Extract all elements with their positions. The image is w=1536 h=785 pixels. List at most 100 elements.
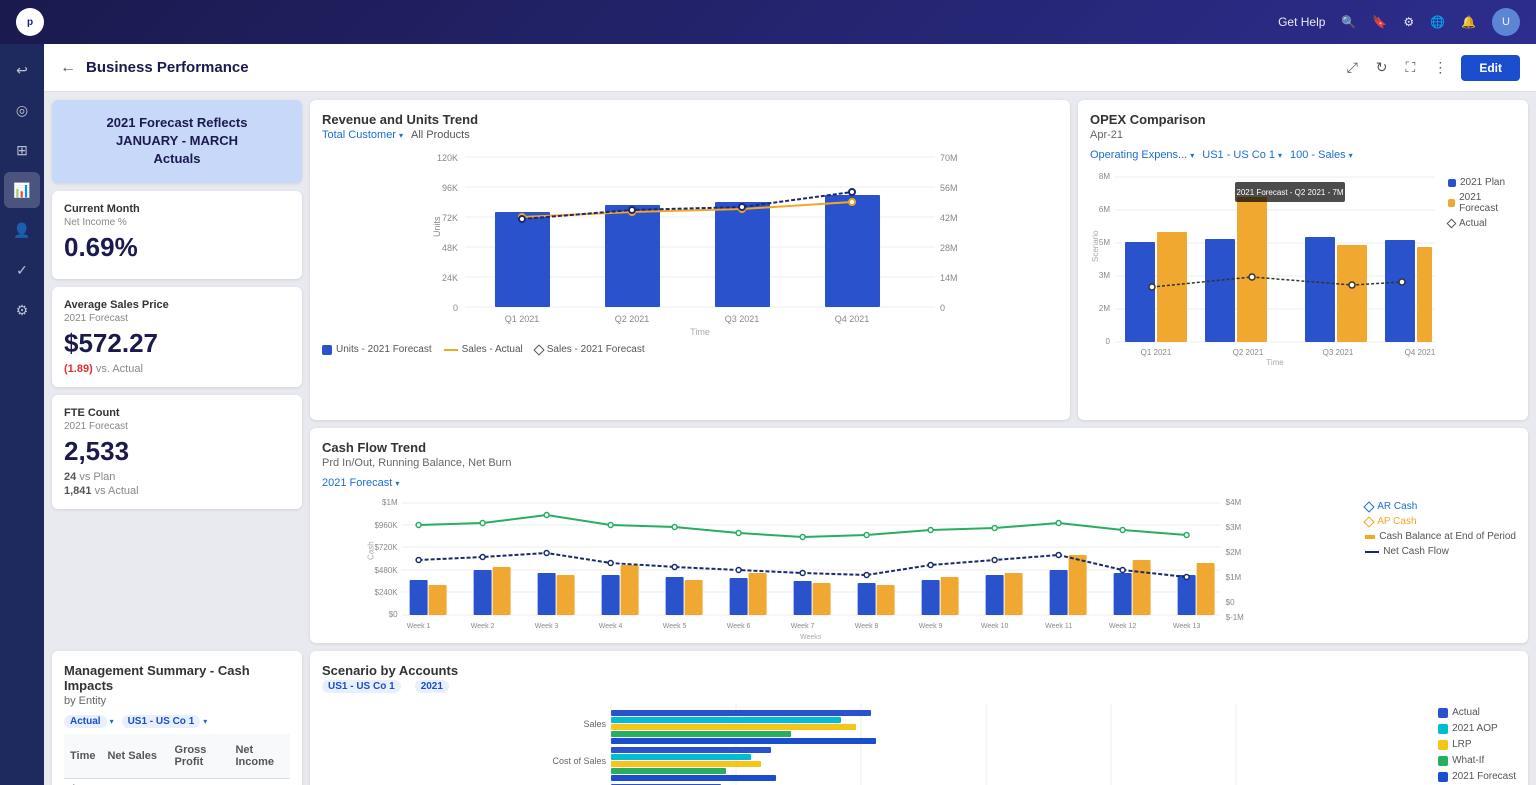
avatar[interactable]: U bbox=[1492, 8, 1520, 36]
management-table-scroll[interactable]: Time Net Sales Gross Profit Net Income C… bbox=[64, 734, 290, 785]
cashflow-legend-ar: AR Cash bbox=[1365, 501, 1516, 512]
opex-filter1[interactable]: Operating Expens... ▾ bbox=[1090, 149, 1194, 161]
scenario-legend-lrp: LRP bbox=[1438, 739, 1516, 750]
svg-text:$720K: $720K bbox=[374, 543, 398, 552]
svg-text:Sales: Sales bbox=[584, 719, 607, 729]
svg-text:6M: 6M bbox=[1099, 205, 1110, 214]
revenue-legend: Units - 2021 Forecast Sales - Actual Sal… bbox=[322, 344, 1058, 355]
legend-sales-actual: Sales - Actual bbox=[444, 344, 523, 355]
bookmark-icon[interactable]: 🔖 bbox=[1372, 15, 1387, 29]
search-icon[interactable]: 🔍 bbox=[1341, 15, 1356, 29]
expand-icon-btn[interactable]: ⛶ bbox=[1402, 55, 1420, 80]
svg-text:Week 11: Week 11 bbox=[1045, 623, 1072, 630]
refresh-icon-btn[interactable]: ↻ bbox=[1372, 55, 1392, 80]
svg-text:$-1M: $-1M bbox=[1226, 613, 1245, 622]
logo[interactable]: p bbox=[16, 8, 44, 36]
sidebar-icon-chart[interactable]: 📊 bbox=[4, 172, 40, 208]
total-customer-filter[interactable]: Total Customer ▾ bbox=[322, 129, 403, 141]
svg-text:Scenario: Scenario bbox=[1091, 230, 1100, 262]
svg-text:56M: 56M bbox=[940, 183, 958, 193]
svg-text:$1M: $1M bbox=[382, 498, 398, 507]
globe-icon[interactable]: 🌐 bbox=[1430, 15, 1445, 29]
svg-text:Week 5: Week 5 bbox=[663, 623, 687, 630]
table-filter1[interactable]: Actual ▾ bbox=[64, 715, 114, 728]
svg-text:Week 2: Week 2 bbox=[471, 623, 495, 630]
top-nav-left: p bbox=[16, 8, 44, 36]
page-header-left: ← Business Performance bbox=[60, 59, 249, 77]
svg-text:$3M: $3M bbox=[1226, 523, 1242, 532]
col-netincome: Net Income bbox=[229, 734, 290, 779]
page-title: Business Performance bbox=[86, 59, 249, 76]
table-row: Apr-21 13,818,861 6,478,619 1,312,975 (3… bbox=[64, 779, 290, 785]
svg-text:$960K: $960K bbox=[374, 521, 398, 530]
svg-text:Cash: Cash bbox=[367, 541, 376, 560]
svg-text:Q4 2021: Q4 2021 bbox=[835, 314, 870, 324]
svg-text:$240K: $240K bbox=[374, 588, 398, 597]
top-nav: p Get Help 🔍 🔖 ⚙ 🌐 🔔 U bbox=[0, 0, 1536, 44]
cashflow-filter[interactable]: 2021 Forecast ▾ bbox=[322, 477, 399, 489]
management-table: Time Net Sales Gross Profit Net Income C… bbox=[64, 734, 290, 785]
svg-text:Cost of Sales: Cost of Sales bbox=[553, 756, 607, 766]
scenario-filters: US1 - US Co 1 2021 bbox=[322, 680, 1516, 693]
svg-text:$0: $0 bbox=[1226, 598, 1235, 607]
svg-text:$2M: $2M bbox=[1226, 548, 1242, 557]
col-grossprofit: Gross Profit bbox=[169, 734, 230, 779]
management-table-panel: Management Summary - Cash Impacts by Ent… bbox=[52, 651, 302, 785]
content-area: ← Business Performance ⤢ ↻ ⛶ ⋮ Edit 2021… bbox=[44, 44, 1536, 785]
sidebar-icon-check[interactable]: ✓ bbox=[4, 252, 40, 288]
sidebar-icon-user[interactable]: 👤 bbox=[4, 212, 40, 248]
col-time: Time bbox=[64, 734, 101, 779]
svg-text:Week 9: Week 9 bbox=[919, 623, 943, 630]
sidebar-icon-home[interactable]: ◎ bbox=[4, 92, 40, 128]
cashflow-chart-panel: Cash Flow Trend Prd In/Out, Running Bala… bbox=[310, 428, 1528, 643]
sidebar-icon-back[interactable]: ↩ bbox=[4, 52, 40, 88]
fte-count-metric: FTE Count 2021 Forecast 2,533 24 vs Plan… bbox=[52, 395, 302, 509]
cell-netsales: 13,818,861 bbox=[101, 779, 168, 785]
opex-filter3[interactable]: 100 - Sales ▾ bbox=[1290, 149, 1353, 161]
forecast-banner: 2021 Forecast Reflects JANUARY - MARCH A… bbox=[52, 100, 302, 183]
sidebar-icon-grid[interactable]: ⊞ bbox=[4, 132, 40, 168]
opex-legend-forecast: 2021 Forecast bbox=[1448, 192, 1516, 214]
scenario-chart-panel: Scenario by Accounts US1 - US Co 1 2021 … bbox=[310, 651, 1528, 785]
legend-sales-forecast: Sales - 2021 Forecast bbox=[535, 344, 645, 355]
table-filter2[interactable]: US1 - US Co 1 ▾ bbox=[122, 715, 208, 728]
svg-text:Week 7: Week 7 bbox=[791, 623, 815, 630]
edit-button[interactable]: Edit bbox=[1461, 55, 1520, 81]
cashflow-svg: $1M $960K $720K $480K $240K $0 $4M $3M $… bbox=[322, 495, 1359, 625]
cashflow-chart-container: $1M $960K $720K $480K $240K $0 $4M $3M $… bbox=[322, 495, 1516, 625]
back-button[interactable]: ← bbox=[60, 59, 76, 77]
opex-chart-container: 8M 6M 5M 3M 2M 0 Scenario bbox=[1090, 167, 1516, 362]
current-month-metric: Current Month Net Income % 0.69% bbox=[52, 191, 302, 279]
all-products-filter[interactable]: All Products bbox=[411, 129, 470, 141]
cell-time: Apr-21 bbox=[64, 779, 101, 785]
svg-text:Q2 2021: Q2 2021 bbox=[615, 314, 650, 324]
cashflow-legend: AR Cash AP Cash Cash Balance at End of P… bbox=[1365, 495, 1516, 625]
svg-text:Week 1: Week 1 bbox=[407, 623, 431, 630]
notification-icon[interactable]: 🔔 bbox=[1461, 15, 1476, 29]
svg-text:$0: $0 bbox=[389, 610, 398, 619]
opex-filter2[interactable]: US1 - US Co 1 ▾ bbox=[1202, 149, 1282, 161]
svg-text:5M: 5M bbox=[1099, 238, 1110, 247]
cashflow-legend-balance: Cash Balance at End of Period bbox=[1365, 531, 1516, 542]
svg-text:70M: 70M bbox=[940, 153, 958, 163]
svg-text:$1M: $1M bbox=[1226, 573, 1242, 582]
sidebar-icon-settings[interactable]: ⚙ bbox=[4, 292, 40, 328]
left-panel: 2021 Forecast Reflects JANUARY - MARCH A… bbox=[52, 100, 302, 643]
cursor-icon-btn[interactable]: ⤢ bbox=[1343, 55, 1362, 80]
page-header-right: ⤢ ↻ ⛶ ⋮ Edit bbox=[1343, 55, 1520, 81]
svg-text:3M: 3M bbox=[1099, 271, 1110, 280]
svg-text:28M: 28M bbox=[940, 243, 958, 253]
scenario-legend-actual: Actual bbox=[1438, 707, 1516, 718]
svg-text:2021 Forecast - Q2 2021 - 7M: 2021 Forecast - Q2 2021 - 7M bbox=[1236, 188, 1344, 197]
svg-text:Q3 2021: Q3 2021 bbox=[1323, 348, 1354, 357]
more-icon-btn[interactable]: ⋮ bbox=[1429, 55, 1451, 80]
scenario-svg: Sales Cost of Sales Operating Expenses E… bbox=[322, 699, 1430, 785]
top-nav-right: Get Help 🔍 🔖 ⚙ 🌐 🔔 U bbox=[1278, 8, 1520, 36]
revenue-chart-panel: Revenue and Units Trend Total Customer ▾… bbox=[310, 100, 1070, 420]
settings-icon[interactable]: ⚙ bbox=[1403, 15, 1414, 29]
svg-text:24K: 24K bbox=[442, 273, 458, 283]
svg-text:0: 0 bbox=[940, 303, 945, 313]
opex-legend-plan: 2021 Plan bbox=[1448, 177, 1516, 188]
cashflow-filters: 2021 Forecast ▾ bbox=[322, 477, 1516, 489]
get-help-link[interactable]: Get Help bbox=[1278, 15, 1325, 29]
